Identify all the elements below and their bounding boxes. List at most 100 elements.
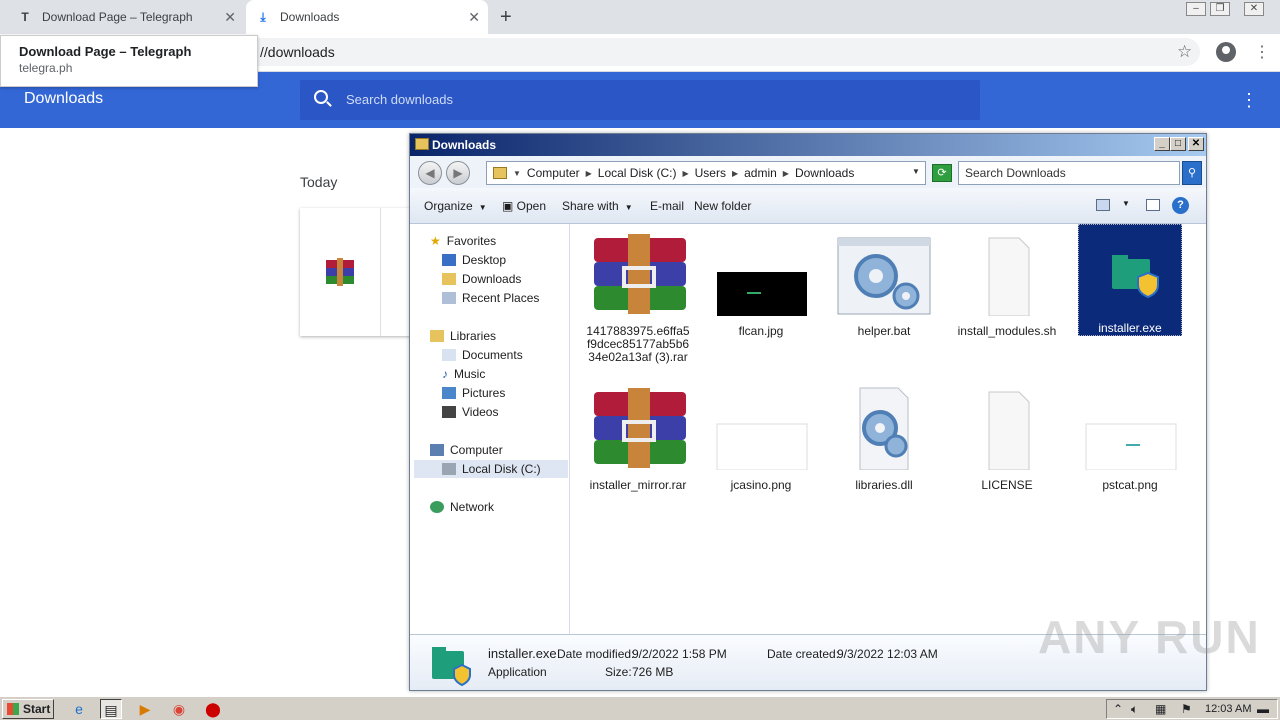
dll-gear-icon — [859, 387, 909, 471]
clock: 12:03 AM — [1205, 703, 1252, 715]
minimize-window-button[interactable]: – — [1186, 2, 1206, 16]
file-name: installer.exe — [1098, 321, 1162, 335]
breadcrumb-users[interactable]: Users — [695, 166, 726, 180]
batch-file-gear-icon — [837, 237, 931, 315]
file-item[interactable]: 1417883975.e6ffa5f9dcec85177ab5b634e02a1… — [586, 228, 690, 364]
nav-videos[interactable]: Videos — [442, 405, 498, 419]
videos-icon — [442, 406, 456, 418]
tab-downloads[interactable]: ⤓ Downloads ✕ — [246, 0, 488, 34]
nav-libraries[interactable]: Libraries — [430, 329, 496, 343]
explorer-taskbar-icon[interactable]: ▤ — [100, 699, 122, 719]
downloads-menu-icon[interactable]: ⋮ — [1240, 90, 1258, 111]
address-text[interactable]: //downloads — [260, 44, 335, 60]
section-today: Today — [300, 174, 338, 190]
chrome-menu-icon[interactable]: ⋮ — [1254, 42, 1270, 62]
forward-button[interactable]: ▶ — [446, 161, 470, 185]
nav-favorites[interactable]: ★ Favorites — [430, 234, 496, 248]
nav-local-disk[interactable]: Local Disk (C:) — [414, 460, 568, 478]
explorer-minimize-button[interactable]: _ — [1154, 137, 1170, 151]
breadcrumb-local-disk[interactable]: Local Disk (C:) — [598, 166, 677, 180]
show-desktop-icon[interactable]: ▬ — [1257, 702, 1269, 716]
start-button[interactable]: Start — [2, 699, 54, 719]
windows-logo-icon — [7, 703, 19, 715]
share-with-button[interactable]: Share with ▼ — [562, 199, 633, 213]
media-player-icon[interactable]: ▶ — [134, 699, 156, 719]
file-item[interactable]: LICENSE — [955, 382, 1059, 492]
file-item-selected[interactable]: installer.exe — [1078, 224, 1182, 336]
tab-telegraph[interactable]: T Download Page – Telegraph ✕ — [8, 0, 244, 34]
breadcrumb-admin[interactable]: admin — [744, 166, 777, 180]
libraries-icon — [430, 330, 444, 342]
change-view-icon[interactable] — [1096, 199, 1110, 211]
chevron-right-icon: ▶ — [682, 168, 689, 178]
star-icon: ★ — [430, 234, 441, 248]
breadcrumb-downloads[interactable]: Downloads — [795, 166, 854, 180]
file-item[interactable]: flcan.jpg — [709, 228, 813, 338]
open-button[interactable]: ▣ Open — [502, 199, 546, 213]
help-icon[interactable]: ? — [1172, 197, 1189, 214]
download-item-card[interactable] — [300, 208, 420, 336]
downloads-search[interactable]: Search downloads — [300, 80, 980, 120]
nav-label: Favorites — [446, 234, 497, 248]
email-button[interactable]: E-mail — [650, 199, 684, 213]
nav-network[interactable]: Network — [430, 500, 494, 514]
new-tab-button[interactable]: + — [500, 6, 512, 29]
tooltip-url: telegra.ph — [19, 61, 73, 75]
installer-folder-shield-icon — [432, 647, 471, 687]
flag-icon[interactable]: ⚑ — [1181, 702, 1192, 716]
file-item[interactable]: install_modules.sh — [955, 228, 1059, 338]
explorer-search-input[interactable]: Search Downloads — [958, 161, 1180, 185]
music-icon: ♪ — [442, 367, 448, 381]
explorer-titlebar: Downloads _ □ ✕ — [410, 134, 1206, 156]
nav-computer[interactable]: Computer — [430, 443, 503, 457]
search-icon[interactable]: ⚲ — [1182, 161, 1202, 185]
explorer-navbar: ◀ ▶ ▼ Computer ▶ Local Disk (C:) ▶ Users… — [410, 156, 1206, 188]
nav-label: Downloads — [462, 272, 522, 286]
preview-pane-icon[interactable] — [1146, 199, 1160, 211]
file-list: 1417883975.e6ffa5f9dcec85177ab5b634e02a1… — [572, 224, 1206, 634]
nav-documents[interactable]: Documents — [442, 348, 523, 362]
downloads-search-placeholder: Search downloads — [346, 92, 453, 107]
close-tab-icon[interactable]: ✕ — [468, 9, 480, 26]
nav-downloads[interactable]: Downloads — [442, 272, 521, 286]
file-item[interactable]: helper.bat — [832, 228, 936, 338]
close-tab-icon[interactable]: ✕ — [224, 9, 236, 26]
file-item[interactable]: jcasino.png — [709, 382, 813, 492]
file-item[interactable]: libraries.dll — [832, 382, 936, 492]
chevron-up-icon[interactable]: ⌃ — [1113, 702, 1123, 716]
organize-button[interactable]: Organize ▼ — [424, 199, 487, 213]
breadcrumb[interactable]: ▼ Computer ▶ Local Disk (C:) ▶ Users ▶ a… — [486, 161, 926, 185]
volume-icon[interactable]: 🔈︎ — [1131, 702, 1138, 717]
chrome-icon[interactable]: ◉ — [168, 699, 190, 719]
nav-music[interactable]: ♪ Music — [442, 367, 485, 381]
explorer-maximize-button[interactable]: □ — [1170, 137, 1186, 151]
chevron-down-icon[interactable]: ▼ — [1122, 199, 1130, 208]
new-folder-button[interactable]: New folder — [694, 199, 751, 213]
file-item[interactable]: pstcat.png — [1078, 382, 1182, 492]
network-tray-icon[interactable]: ▦ — [1155, 702, 1166, 716]
file-name: jcasino.png — [730, 478, 792, 492]
chevron-down-icon[interactable]: ▼ — [912, 167, 920, 176]
chevron-right-icon: ▶ — [782, 168, 789, 178]
organize-label: Organize — [424, 199, 473, 213]
nav-desktop[interactable]: Desktop — [442, 253, 506, 267]
refresh-icon[interactable]: ⟳ — [932, 164, 952, 182]
file-item[interactable]: installer_mirror.rar — [586, 382, 690, 492]
bookmark-star-icon[interactable]: ☆ — [1177, 42, 1192, 62]
profile-icon[interactable] — [1216, 42, 1236, 62]
chevron-right-icon: ▶ — [585, 168, 592, 178]
close-window-button[interactable]: ✕ — [1244, 2, 1264, 16]
breadcrumb-computer[interactable]: Computer — [527, 166, 580, 180]
nav-recent-places[interactable]: Recent Places — [442, 291, 539, 305]
maximize-window-button[interactable]: ❐ — [1210, 2, 1230, 16]
details-size-label: Size: — [605, 665, 632, 679]
explorer-close-button[interactable]: ✕ — [1188, 137, 1204, 151]
explorer-title: Downloads — [432, 138, 497, 152]
back-button[interactable]: ◀ — [418, 161, 442, 185]
stop-icon[interactable]: ⬤ — [202, 699, 224, 719]
folder-icon — [493, 167, 507, 179]
address-bar[interactable] — [200, 38, 1200, 66]
winrar-icon — [594, 234, 686, 314]
nav-pictures[interactable]: Pictures — [442, 386, 505, 400]
internet-explorer-icon[interactable]: e — [68, 699, 90, 719]
